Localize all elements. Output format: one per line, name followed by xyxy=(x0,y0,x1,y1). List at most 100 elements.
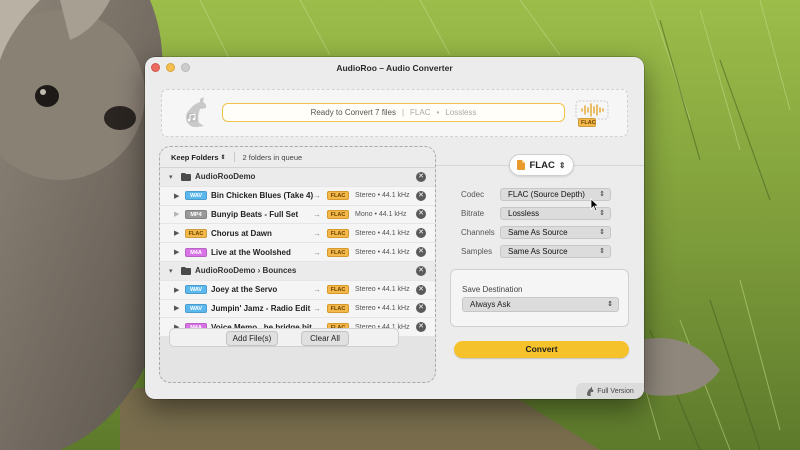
bitrate-label: Bitrate xyxy=(461,209,485,218)
convert-button[interactable]: Convert xyxy=(454,341,629,358)
updown-chevron-icon: ⇕ xyxy=(599,210,605,217)
source-format-badge: M4A xyxy=(185,247,207,257)
folder-row[interactable]: ▾ AudioRooDemo › Bounces ✕ xyxy=(160,261,435,281)
source-format-badge: MP4 xyxy=(185,209,207,219)
file-name: Bunyip Beats - Full Set xyxy=(211,209,299,219)
full-version-label: Full Version xyxy=(597,387,634,395)
file-name: Chorus at Dawn xyxy=(211,228,272,238)
save-destination-select[interactable]: Always Ask ⇕ xyxy=(462,297,619,312)
target-format-badge: FLAC xyxy=(327,209,349,219)
header-divider xyxy=(233,152,235,162)
full-version-button[interactable]: Full Version xyxy=(576,383,644,399)
file-meta: Stereo • 44.1 kHz xyxy=(355,304,410,312)
play-icon[interactable]: ▶ xyxy=(174,248,179,256)
file-row[interactable]: ▶ WAV Joey at the Servo → FLAC Stereo • … xyxy=(160,280,435,300)
source-format-badge: WAV xyxy=(185,303,207,313)
remove-file-button[interactable]: ✕ xyxy=(416,322,426,333)
minimize-window-button[interactable] xyxy=(166,63,175,72)
play-icon[interactable]: ▶ xyxy=(174,286,179,294)
keep-folders-dropdown[interactable]: Keep Folders ⇕ xyxy=(171,153,226,162)
format-dropdown[interactable]: FLAC ⇕ xyxy=(509,154,574,176)
close-window-button[interactable] xyxy=(151,63,160,72)
play-icon[interactable]: ▶ xyxy=(174,192,179,200)
status-format: FLAC xyxy=(410,108,431,117)
codec-value: FLAC (Source Depth) xyxy=(508,190,585,199)
add-files-button[interactable]: Add File(s) xyxy=(226,330,278,346)
mouse-cursor-icon xyxy=(590,198,600,212)
conversion-status: Ready to Convert 7 files | FLAC • Lossle… xyxy=(222,103,565,122)
target-format-badge: FLAC xyxy=(327,285,349,295)
file-row[interactable]: ▶ WAV Bin Chicken Blues (Take 4) → FLAC … xyxy=(160,186,435,206)
file-meta: Stereo • 44.1 kHz xyxy=(355,286,410,294)
remove-file-button[interactable]: ✕ xyxy=(416,284,426,295)
app-window: AudioRoo – Audio Converter Ready to Conv… xyxy=(145,57,644,399)
play-icon[interactable]: ▶ xyxy=(174,229,179,237)
bitrate-value: Lossless xyxy=(508,209,540,218)
arrow-right-icon: → xyxy=(313,303,321,313)
queue-count: 2 folders in queue xyxy=(242,152,303,162)
arrow-right-icon: → xyxy=(313,191,321,201)
arrow-right-icon: → xyxy=(313,285,321,295)
channels-select[interactable]: Same As Source ⇕ xyxy=(500,226,611,239)
document-icon xyxy=(517,160,526,170)
file-meta: Stereo • 44.1 kHz xyxy=(355,248,410,256)
updown-chevron-icon: ⇕ xyxy=(599,248,605,255)
file-panel-footer: Add File(s) Clear All xyxy=(169,328,399,347)
status-text: Ready to Convert 7 files xyxy=(310,108,396,117)
flac-waveform-icon: FLAC xyxy=(575,100,609,128)
samples-select[interactable]: Same As Source ⇕ xyxy=(500,245,611,258)
folder-icon xyxy=(181,173,191,181)
file-name: Jumpin' Jamz - Radio Edit xyxy=(211,303,311,313)
folder-icon xyxy=(181,266,191,275)
remove-file-button[interactable]: ✕ xyxy=(416,303,426,314)
file-row[interactable]: ▶ WAV Jumpin' Jamz - Radio Edit → FLAC S… xyxy=(160,299,435,319)
source-format-badge: FLAC xyxy=(185,228,207,238)
remove-folder-button[interactable]: ✕ xyxy=(416,171,426,182)
file-meta: Stereo • 44.1 kHz xyxy=(355,192,410,200)
file-name: Joey at the Servo xyxy=(211,285,278,295)
chevron-down-icon[interactable]: ▾ xyxy=(169,267,173,275)
play-icon: ▶ xyxy=(174,211,180,219)
keep-folders-label: Keep Folders xyxy=(171,152,219,162)
channels-label: Channels xyxy=(461,228,495,237)
save-destination-box: Save Destination Always Ask ⇕ xyxy=(450,269,629,327)
file-panel-header: Keep Folders ⇕ 2 folders in queue xyxy=(160,147,435,168)
drop-zone[interactable]: Ready to Convert 7 files | FLAC • Lossle… xyxy=(161,89,628,137)
file-row[interactable]: ▶ MP4 Bunyip Beats - Full Set → FLAC Mon… xyxy=(160,205,435,225)
arrow-right-icon: → xyxy=(313,209,321,219)
folder-row[interactable]: ▾ AudioRooDemo ✕ xyxy=(160,168,435,187)
file-queue-panel: Keep Folders ⇕ 2 folders in queue ▾ Audi… xyxy=(159,146,436,383)
kangaroo-logo-icon xyxy=(186,97,207,128)
remove-file-button[interactable]: ✕ xyxy=(416,190,426,201)
target-format-badge: FLAC xyxy=(327,247,349,257)
zoom-window-button[interactable] xyxy=(181,63,190,72)
source-format-badge: WAV xyxy=(185,285,207,295)
window-controls xyxy=(151,63,190,72)
file-meta: Mono • 44.1 kHz xyxy=(355,210,407,218)
folder-name: AudioRooDemo › Bounces xyxy=(195,266,297,276)
file-row[interactable]: ▶ FLAC Chorus at Dawn → FLAC Stereo • 44… xyxy=(160,224,435,244)
play-icon[interactable]: ▶ xyxy=(174,304,179,312)
codec-label: Codec xyxy=(461,190,485,199)
remove-file-button[interactable]: ✕ xyxy=(416,247,426,258)
clear-all-button[interactable]: Clear All xyxy=(301,330,349,346)
arrow-right-icon: → xyxy=(313,247,321,257)
file-row[interactable]: ▶ M4A Live at the Woolshed → FLAC Stereo… xyxy=(160,243,435,262)
chevron-down-icon[interactable]: ▾ xyxy=(169,173,173,181)
status-quality: Lossless xyxy=(445,108,477,117)
samples-value: Same As Source xyxy=(508,247,568,256)
samples-label: Samples xyxy=(461,247,493,256)
updown-chevron-icon: ⇕ xyxy=(220,154,226,161)
save-destination-value: Always Ask xyxy=(470,300,511,309)
remove-folder-button[interactable]: ✕ xyxy=(416,265,426,276)
kangaroo-small-icon xyxy=(587,386,594,396)
remove-file-button[interactable]: ✕ xyxy=(416,228,426,239)
file-meta: Stereo • 44.1 kHz xyxy=(355,229,410,237)
file-name: Bin Chicken Blues (Take 4) xyxy=(211,191,314,201)
arrow-right-icon: → xyxy=(313,228,321,238)
remove-file-button[interactable]: ✕ xyxy=(416,209,426,220)
format-label: FLAC xyxy=(529,159,555,171)
file-name: Live at the Woolshed xyxy=(211,247,291,257)
target-format-badge: FLAC xyxy=(327,191,349,201)
updown-chevron-icon: ⇕ xyxy=(599,191,605,198)
